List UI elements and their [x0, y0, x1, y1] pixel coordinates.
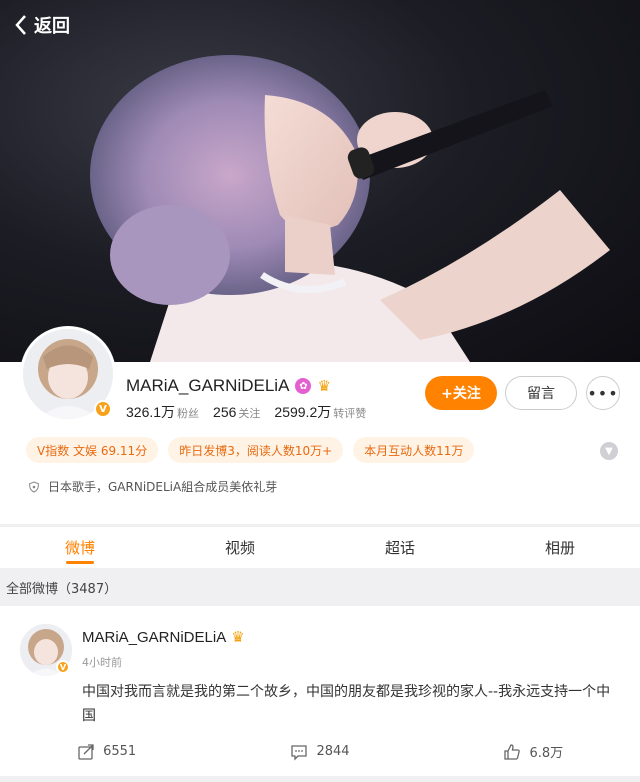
chip-daily-posts[interactable]: 昨日发博3，阅读人数10万+: [168, 437, 344, 463]
stat-interactions[interactable]: 2599.2万 转评赞: [274, 402, 366, 422]
chip-v-index[interactable]: V指数 文娱 69.11分: [26, 437, 159, 463]
profile-card: V MARiA_GARNiDELiA ✿ ♛ 326.1万 粉丝 256 关注 25…: [0, 326, 640, 524]
post-time[interactable]: 4小时前: [82, 654, 122, 670]
cover-banner: 返回: [0, 0, 640, 362]
tab-video[interactable]: 视频: [160, 527, 320, 568]
like-button[interactable]: 6.8万: [427, 742, 640, 761]
description-text: 日本歌手，GARNiDELiA組合成员美依礼芽: [48, 480, 278, 494]
stat-following[interactable]: 256 关注: [213, 402, 260, 421]
post-text: 中国对我而言就是我的第二个故乡，中国的朋友都是我珍视的家人--我永远支持一个中国: [82, 684, 611, 724]
profile-tabs: 微博 视频 超话 相册: [0, 526, 640, 568]
message-button[interactable]: 留言: [505, 376, 577, 410]
shield-icon: [28, 480, 40, 493]
comment-count: 2844: [316, 744, 350, 759]
verified-badge: V: [94, 400, 112, 418]
tab-album[interactable]: 相册: [480, 527, 640, 568]
like-count: 6.8万: [529, 746, 564, 761]
expand-chevron-icon[interactable]: ▼: [600, 442, 618, 460]
profile-chips: V指数 文娱 69.11分 昨日发博3，阅读人数10万+ 本月互动人数11万: [26, 437, 475, 463]
back-label: 返回: [34, 16, 70, 37]
section-title: 全部微博（3487）: [6, 582, 118, 597]
follow-button[interactable]: +关注: [425, 376, 497, 410]
like-icon: [504, 743, 521, 760]
crown-icon[interactable]: ♛: [231, 628, 244, 646]
tab-weibo[interactable]: 微博: [0, 527, 160, 568]
post-author-row: MARiA_GARNiDELiA ♛: [82, 628, 245, 647]
tab-supertopic[interactable]: 超话: [320, 527, 480, 568]
repost-count: 6551: [103, 744, 137, 759]
post-verified-badge: V: [56, 660, 70, 674]
stat-fans[interactable]: 326.1万 粉丝: [126, 402, 199, 422]
profile-name-row: MARiA_GARNiDELiA ✿ ♛: [126, 376, 331, 396]
profile-description: 日本歌手，GARNiDELiA組合成员美依礼芽: [28, 478, 277, 495]
cover-photo: [90, 55, 610, 362]
profile-name: MARiA_GARNiDELiA: [126, 376, 290, 395]
pink-badge-icon[interactable]: ✿: [295, 378, 312, 394]
more-button[interactable]: •••: [586, 376, 620, 410]
back-chevron-icon: [15, 15, 26, 35]
share-icon: [78, 743, 94, 760]
repost-button[interactable]: 6551: [0, 742, 213, 761]
comment-icon: [291, 744, 308, 761]
comment-button[interactable]: 2844: [213, 742, 426, 761]
post-author[interactable]: MARiA_GARNiDELiA: [82, 629, 226, 646]
chip-monthly-interactions[interactable]: 本月互动人数11万: [353, 437, 475, 463]
profile-stats: 326.1万 粉丝 256 关注 2599.2万 转评赞: [126, 402, 366, 422]
post-actions: 6551 2844 6.8万: [0, 742, 640, 761]
crown-icon[interactable]: ♛: [317, 377, 330, 395]
back-button[interactable]: 返回: [14, 12, 70, 38]
weibo-post: V MARiA_GARNiDELiA ♛ 4小时前 中国对我而言就是我的第二个故…: [0, 606, 640, 776]
